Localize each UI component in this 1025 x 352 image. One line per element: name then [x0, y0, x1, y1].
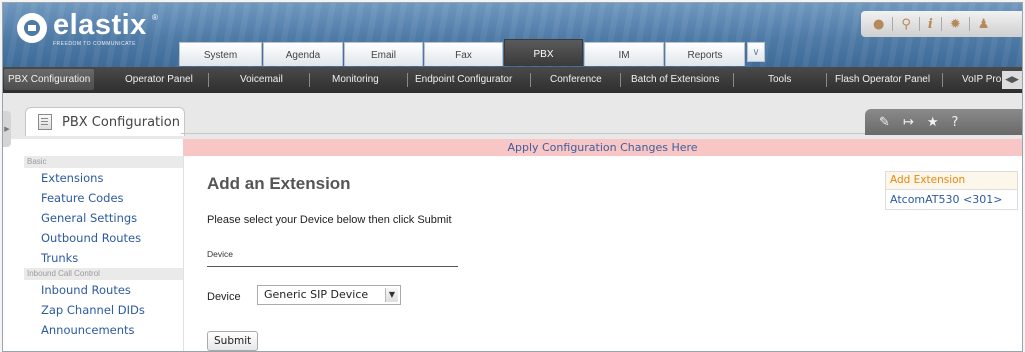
- toolbar-divider: [968, 17, 970, 31]
- module-actions: ✎ ↦ ★ ?: [865, 109, 1022, 135]
- submenu-divider: [407, 73, 408, 87]
- app-header: elastix ® FREEDOM TO COMMUNICATE System …: [3, 3, 1022, 67]
- submenu-monitoring[interactable]: Monitoring: [332, 74, 379, 85]
- submenu-divider: [942, 73, 943, 87]
- help-icon[interactable]: ?: [951, 115, 958, 130]
- submenu-divider: [733, 73, 734, 87]
- toolbar-divider: [892, 17, 894, 31]
- module-header: ▶ PBX Configuration ✎ ↦ ★ ?: [3, 93, 1022, 147]
- submenu-conference[interactable]: Conference: [550, 74, 602, 85]
- section-divider: [207, 266, 458, 267]
- logo-text: elastix: [53, 9, 147, 41]
- nav-item-outbound-routes[interactable]: Outbound Routes: [24, 228, 183, 248]
- apply-config-banner[interactable]: Apply Configuration Changes Here: [183, 139, 1022, 156]
- instruction-text: Please select your Device below then cli…: [207, 214, 452, 226]
- tab-reports[interactable]: Reports: [665, 42, 745, 66]
- submenu-divider: [208, 73, 209, 87]
- device-label: Device: [207, 291, 241, 303]
- droplet-icon[interactable]: ●: [873, 17, 884, 32]
- nav-item-general-settings[interactable]: General Settings: [24, 208, 183, 228]
- logo-tagline: FREEDOM TO COMMUNICATE: [53, 41, 136, 47]
- nav-item-extensions[interactable]: Extensions: [24, 168, 183, 188]
- nav-item-feature-codes[interactable]: Feature Codes: [24, 188, 183, 208]
- submenu-voicemail[interactable]: Voicemail: [240, 74, 283, 85]
- tab-fax[interactable]: Fax: [424, 42, 503, 66]
- top-toolbar: ● ⚲ i ✹ ♟: [861, 11, 1022, 37]
- submenu-divider: [826, 73, 827, 87]
- submenu-voip-provider[interactable]: VoIP Pro: [962, 74, 1001, 85]
- app-window: elastix ® FREEDOM TO COMMUNICATE System …: [2, 2, 1023, 352]
- submenu-divider: [620, 73, 621, 87]
- elastix-logo-mark: [17, 13, 47, 43]
- submenu-pbx-configuration[interactable]: PBX Configuration: [4, 69, 95, 90]
- toolbar-divider: [918, 17, 920, 31]
- chevron-down-icon[interactable]: ∨: [747, 42, 765, 62]
- submit-button[interactable]: Submit: [207, 331, 259, 351]
- main-tabs: System Agenda Email Fax PBX IM Reports ∨: [179, 39, 765, 67]
- dropdown-arrow-icon[interactable]: ▼: [385, 288, 398, 302]
- nav-section-basic: Basic: [24, 156, 183, 168]
- pbx-sidebar: Basic Extensions Feature Codes General S…: [24, 156, 184, 351]
- sidebar-toggle-icon[interactable]: ▶: [3, 111, 11, 147]
- tab-im[interactable]: IM: [584, 42, 664, 66]
- device-section-heading: Device: [207, 249, 233, 259]
- nav-item-trunks[interactable]: Trunks: [24, 248, 183, 268]
- tab-agenda[interactable]: Agenda: [263, 42, 343, 66]
- pbx-submenu: PBX Configuration Operator Panel Voicema…: [3, 67, 1022, 93]
- submenu-batch-of-extensions[interactable]: Batch of Extensions: [631, 74, 719, 85]
- submenu-flash-operator-panel[interactable]: Flash Operator Panel: [835, 74, 930, 85]
- submenu-endpoint-configurator[interactable]: Endpoint Configurator: [415, 74, 512, 85]
- nav-section-inbound-call-control: Inbound Call Control: [24, 268, 183, 280]
- add-extension-link[interactable]: Add Extension: [885, 171, 1018, 190]
- nav-item-zap-channel-dids[interactable]: Zap Channel DIDs: [24, 300, 183, 320]
- submenu-divider: [530, 73, 531, 87]
- nav-item-announcements[interactable]: Announcements: [24, 320, 183, 340]
- page-title: Add an Extension: [207, 174, 351, 193]
- nav-item-inbound-routes[interactable]: Inbound Routes: [24, 280, 183, 300]
- search-icon[interactable]: ⚲: [901, 17, 911, 32]
- module-document-icon: [38, 114, 52, 130]
- module-title: PBX Configuration: [62, 114, 180, 130]
- submenu-operator-panel[interactable]: Operator Panel: [125, 74, 193, 85]
- extension-list-item[interactable]: AtcomAT530 <301>: [885, 190, 1018, 210]
- export-icon[interactable]: ↦: [903, 115, 914, 130]
- edit-icon[interactable]: ✎: [879, 115, 890, 130]
- main-content: Add an Extension Please select your Devi…: [183, 156, 873, 351]
- device-select[interactable]: Generic SIP Device ▼: [257, 285, 401, 305]
- user-icon[interactable]: ♟: [978, 17, 990, 32]
- tab-system[interactable]: System: [179, 42, 262, 66]
- submenu-tools[interactable]: Tools: [768, 74, 791, 85]
- device-select-value: Generic SIP Device: [264, 288, 369, 301]
- toolbar-divider: [940, 17, 942, 31]
- logo-registered-mark: ®: [152, 13, 158, 22]
- info-icon[interactable]: i: [928, 17, 933, 32]
- tools-icon[interactable]: ✹: [950, 17, 961, 32]
- submenu-divider: [309, 73, 310, 87]
- tab-email[interactable]: Email: [344, 42, 423, 66]
- module-tab: PBX Configuration: [25, 107, 185, 136]
- extensions-panel: Add Extension AtcomAT530 <301>: [885, 171, 1018, 210]
- submenu-scroll-arrows-icon[interactable]: ◀▶: [1002, 71, 1022, 89]
- tab-pbx[interactable]: PBX: [504, 39, 583, 66]
- star-icon[interactable]: ★: [927, 115, 939, 130]
